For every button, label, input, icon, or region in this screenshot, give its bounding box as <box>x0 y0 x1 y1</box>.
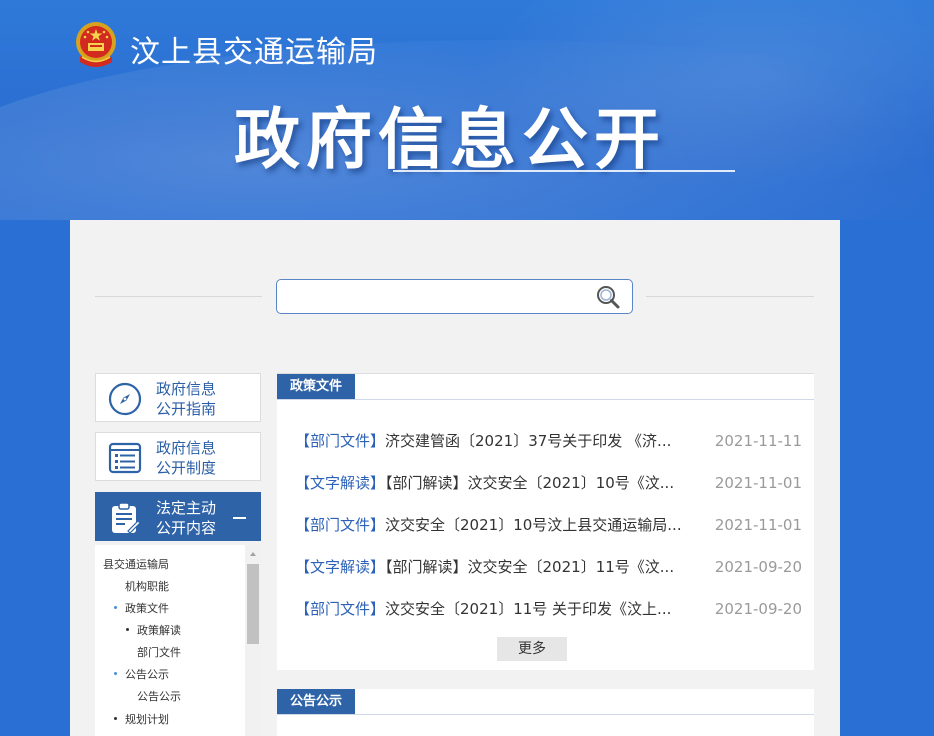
search-icon[interactable] <box>594 284 622 310</box>
page-title: 政府信息公开 <box>234 101 666 178</box>
tree-item[interactable]: 政策文件 <box>125 600 169 616</box>
tree-item[interactable]: 县交通运输局 <box>103 556 169 572</box>
tree-item[interactable]: 机构职能 <box>125 578 169 594</box>
sidebar-item-mandatory-disclosure[interactable]: 法定主动 公开内容 <box>95 492 261 541</box>
news-title[interactable]: 【部门解读】汶交安全〔2021〕11号《汶... <box>385 558 674 576</box>
news-title[interactable]: 【部门解读】汶交安全〔2021〕10号《汶... <box>385 474 674 492</box>
news-row[interactable]: 【部门文件】济交建管函〔2021〕37号关于印发 《济... 2021-11-1… <box>295 430 802 452</box>
sidebar-item-disclosure-system[interactable]: 政府信息 公开制度 <box>95 432 261 481</box>
search-input[interactable] <box>283 284 583 309</box>
news-title[interactable]: 汶交安全〔2021〕10号汶上县交通运输局... <box>385 516 682 534</box>
policy-section: 政策文件 【部门文件】济交建管函〔2021〕37号关于印发 《济... 2021… <box>277 373 814 670</box>
sidebar-item-label: 政府信息 公开制度 <box>156 439 217 477</box>
title-underline <box>393 170 735 172</box>
news-row[interactable]: 【文字解读】【部门解读】汶交安全〔2021〕11号《汶... 2021-09-2… <box>295 556 802 578</box>
notice-section: 公告公示 <box>277 689 814 736</box>
news-tag[interactable]: 【部门文件】 <box>295 516 385 534</box>
agency-name: 汶上县交通运输局 <box>130 35 378 70</box>
national-emblem-icon <box>76 22 116 67</box>
news-row[interactable]: 【部门文件】汶交安全〔2021〕11号 关于印发《汶上... 2021-09-2… <box>295 598 802 620</box>
divider <box>646 296 814 297</box>
bullet-icon <box>114 606 117 609</box>
sidebar-item-disclosure-guide[interactable]: 政府信息 公开指南 <box>95 373 261 422</box>
tree-item[interactable]: 规划计划 <box>125 711 169 727</box>
bullet-icon <box>114 717 117 720</box>
section-divider <box>277 399 814 400</box>
news-tag[interactable]: 【文字解读】 <box>295 474 385 492</box>
content-panel: 政府信息 公开指南 政府信息 公开制度 法定主动 公开内容 县交通运输局 机构职… <box>70 220 840 736</box>
header-banner: 汶上县交通运输局 政府信息公开 <box>0 0 934 220</box>
news-date: 2021-09-20 <box>714 558 802 576</box>
scroll-up-icon[interactable] <box>250 552 256 556</box>
news-tag[interactable]: 【部门文件】 <box>295 600 385 618</box>
news-row[interactable]: 【部门文件】汶交安全〔2021〕10号汶上县交通运输局... 2021-11-0… <box>295 514 802 536</box>
scroll-thumb[interactable] <box>247 564 259 644</box>
clipboard-edit-icon <box>112 502 141 534</box>
more-button[interactable]: 更多 <box>497 637 567 661</box>
divider <box>95 296 262 297</box>
news-date: 2021-11-11 <box>714 432 802 450</box>
tree-scrollbar[interactable] <box>245 545 261 736</box>
news-tag[interactable]: 【文字解读】 <box>295 558 385 576</box>
tree-item[interactable]: 政策解读 <box>137 622 181 638</box>
collapse-icon[interactable] <box>233 517 246 519</box>
tree-item[interactable]: 公告公示 <box>125 666 169 682</box>
news-date: 2021-11-01 <box>714 516 802 534</box>
news-title[interactable]: 汶交安全〔2021〕11号 关于印发《汶上... <box>385 600 671 618</box>
compass-icon <box>108 382 142 416</box>
section-tab-notice[interactable]: 公告公示 <box>277 689 356 714</box>
category-tree: 县交通运输局 机构职能 政策文件 政策解读 部门文件 公告公示 公告公示 规划计… <box>95 545 261 736</box>
bullet-icon <box>114 672 117 675</box>
sidebar-item-label: 政府信息 公开指南 <box>156 380 217 418</box>
news-date: 2021-11-01 <box>714 474 802 492</box>
list-icon <box>108 442 142 474</box>
section-tab-policy[interactable]: 政策文件 <box>277 374 356 399</box>
tree-item[interactable]: 部门文件 <box>137 644 181 660</box>
search-box <box>276 279 633 314</box>
news-row[interactable]: 【文字解读】【部门解读】汶交安全〔2021〕10号《汶... 2021-11-0… <box>295 472 802 494</box>
news-date: 2021-09-20 <box>714 600 802 618</box>
news-title[interactable]: 济交建管函〔2021〕37号关于印发 《济... <box>385 432 671 450</box>
tree-item[interactable]: 公告公示 <box>137 688 181 704</box>
section-divider <box>277 714 814 715</box>
bullet-icon <box>126 628 129 631</box>
news-tag[interactable]: 【部门文件】 <box>295 432 385 450</box>
